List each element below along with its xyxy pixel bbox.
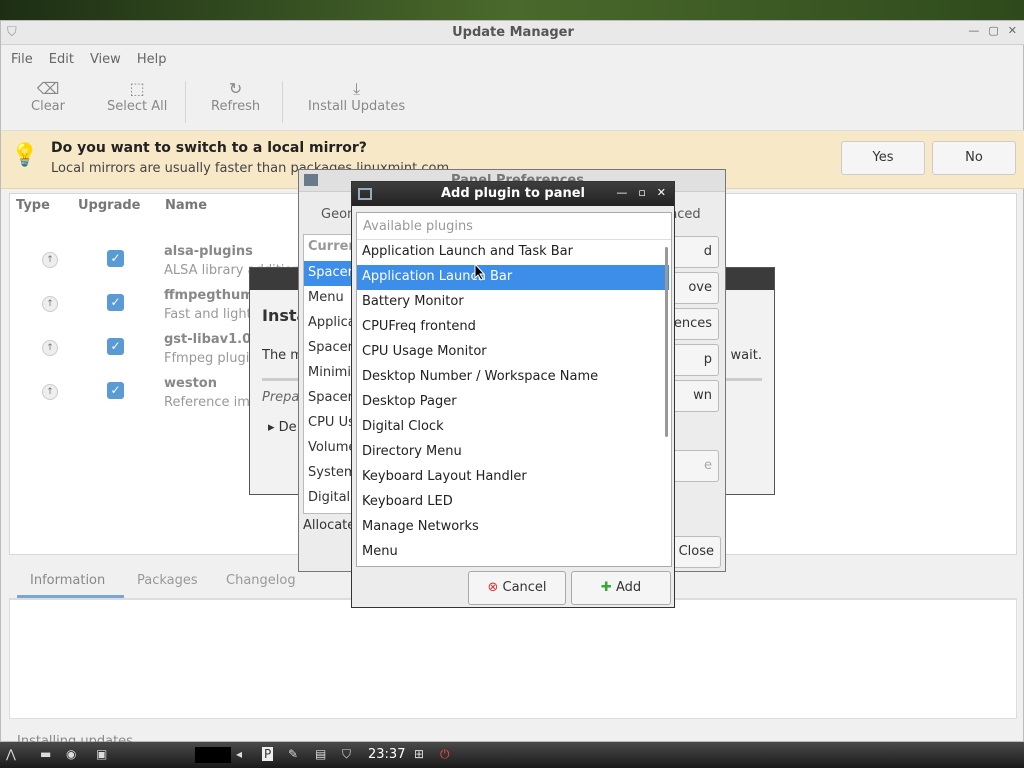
list-item[interactable]: Application Launch and Task Bar xyxy=(357,240,669,265)
close-button[interactable]: ✕ xyxy=(657,186,666,199)
toolbar-separator xyxy=(282,81,283,123)
list-item[interactable]: Manage Networks xyxy=(357,515,669,540)
mouse-cursor-icon xyxy=(474,263,486,281)
refresh-button[interactable]: ↻ Refresh xyxy=(211,79,260,114)
upgrade-type-icon: ↑ xyxy=(42,252,58,268)
list-item[interactable]: Menu xyxy=(357,540,669,565)
scrollbar[interactable] xyxy=(665,247,668,437)
column-type[interactable]: Type xyxy=(16,198,50,213)
yes-button[interactable]: Yes xyxy=(841,141,925,175)
toolbar-separator xyxy=(185,81,186,123)
taskbar: ⋀ ▬ ◉ ▣ ◂ P ✎ ▤ ⛉ 23:37 ⊞ ⏻ xyxy=(0,742,1024,768)
column-name[interactable]: Name xyxy=(165,198,207,213)
list-item[interactable]: Applicat xyxy=(304,311,356,336)
list-header: Available plugins xyxy=(357,213,671,240)
current-plugins-list: Curren Spacer Menu Applicat Spacer Minim… xyxy=(303,234,356,514)
list-item[interactable]: Desktop Number / Workspace Name xyxy=(357,365,669,390)
list-item[interactable]: Spacer xyxy=(304,336,356,361)
preparing-text: Prepa xyxy=(262,390,300,405)
list-item[interactable]: Application Launch Bar xyxy=(357,265,669,290)
no-button[interactable]: No xyxy=(932,141,1016,175)
list-item[interactable]: Directory Menu xyxy=(357,440,669,465)
tab-changelog[interactable]: Changelog xyxy=(226,573,296,588)
information-panel xyxy=(9,599,1017,719)
list-header: Curren xyxy=(308,239,356,254)
list-item[interactable]: Desktop Pager xyxy=(357,390,669,415)
browser-icon[interactable]: ◉ xyxy=(66,747,76,761)
clipboard-icon[interactable]: ▤ xyxy=(315,747,326,761)
menu-file[interactable]: File xyxy=(11,47,43,71)
list-item[interactable]: Spacer xyxy=(304,261,356,286)
column-upgrade[interactable]: Upgrade xyxy=(78,198,140,213)
active-tab-indicator xyxy=(17,595,124,598)
title-bar: ⛉ Update Manager — ▢ ✕ xyxy=(1,21,1024,45)
list-item[interactable]: Keyboard Layout Handler xyxy=(357,465,669,490)
upgrade-checkbox[interactable]: ✓ xyxy=(107,294,124,311)
desktop-background xyxy=(0,0,1024,22)
upgrade-type-icon: ↑ xyxy=(42,296,58,312)
list-item[interactable]: System xyxy=(304,461,356,486)
details-expander[interactable]: ▸ De xyxy=(268,420,297,435)
tab-information[interactable]: Information xyxy=(30,573,105,588)
toolbar: ⌫ Clear ⬚ Select All ↻ Refresh ⤓ Install… xyxy=(1,73,1024,131)
menu-view[interactable]: View xyxy=(90,47,131,71)
file-manager-icon[interactable]: ▬ xyxy=(40,747,51,761)
power-icon[interactable]: ⏻ xyxy=(440,747,450,762)
cpu-monitor-icon xyxy=(195,747,231,763)
maximize-button[interactable]: ▫ xyxy=(638,186,645,199)
monitor-icon xyxy=(304,174,318,186)
menu-bar: File Edit View Help xyxy=(1,47,1024,71)
list-item[interactable]: CPUFreq frontend xyxy=(357,315,669,340)
refresh-icon: ↻ xyxy=(228,79,243,98)
clock[interactable]: 23:37 xyxy=(368,747,405,762)
menu-edit[interactable]: Edit xyxy=(49,47,84,71)
upgrade-checkbox[interactable]: ✓ xyxy=(107,250,124,267)
select-all-button[interactable]: ⬚ Select All xyxy=(107,79,167,114)
list-item[interactable]: Digital Clock xyxy=(357,415,669,440)
upgrade-checkbox[interactable]: ✓ xyxy=(107,338,124,355)
list-item[interactable]: Battery Monitor xyxy=(357,290,669,315)
select-all-icon: ⬚ xyxy=(129,79,145,98)
list-item[interactable]: Spacer xyxy=(304,386,356,411)
plus-icon: ✚ xyxy=(600,580,612,595)
cancel-icon: ⊗ xyxy=(487,580,499,595)
shield-icon[interactable]: ⛉ xyxy=(342,747,351,762)
available-plugins-list: Available plugins Application Launch and… xyxy=(356,212,672,567)
close-button[interactable]: ✕ xyxy=(1008,24,1017,37)
cancel-button[interactable]: ⊗ Cancel xyxy=(468,571,566,605)
list-item[interactable]: Volume xyxy=(304,436,356,461)
menu-help[interactable]: Help xyxy=(137,47,177,71)
upgrade-checkbox[interactable]: ✓ xyxy=(107,382,124,399)
show-desktop-icon[interactable]: ▣ xyxy=(96,747,107,761)
list-item[interactable]: Digital C xyxy=(304,486,356,511)
install-updates-button[interactable]: ⤓ Install Updates xyxy=(308,79,405,114)
add-button[interactable]: ✚ Add xyxy=(571,571,671,605)
allocate-label: Allocate xyxy=(303,518,356,533)
tab-packages[interactable]: Packages xyxy=(137,573,198,588)
maximize-button[interactable]: ▢ xyxy=(988,24,998,37)
minimize-button[interactable]: — xyxy=(616,186,627,199)
minimize-button[interactable]: — xyxy=(968,24,979,37)
list-item[interactable]: CPU Us xyxy=(304,411,356,436)
infobar-question: Do you want to switch to a local mirror? xyxy=(51,140,367,156)
volume-icon[interactable]: ◂ xyxy=(236,747,242,761)
lightbulb-icon: 💡 xyxy=(11,143,39,168)
window-title: Update Manager xyxy=(452,25,574,40)
add-plugin-dialog: Add plugin to panel — ▫ ✕ Available plug… xyxy=(351,181,675,608)
start-menu-icon[interactable]: ⋀ xyxy=(6,747,16,761)
list-item[interactable]: Menu xyxy=(304,286,356,311)
upgrade-type-icon: ↑ xyxy=(42,384,58,400)
usb-icon[interactable]: ✎ xyxy=(288,747,298,761)
app-icon[interactable]: P xyxy=(262,747,274,761)
upgrade-type-icon: ↑ xyxy=(42,340,58,356)
list-item[interactable]: Keyboard LED xyxy=(357,490,669,515)
download-icon: ⤓ xyxy=(353,79,361,98)
list-item[interactable]: Minimiz xyxy=(304,361,356,386)
network-icon[interactable]: ⊞ xyxy=(414,747,424,761)
clear-button[interactable]: ⌫ Clear xyxy=(31,79,65,114)
list-item[interactable]: CPU Usage Monitor xyxy=(357,340,669,365)
add-plugin-titlebar: Add plugin to panel — ▫ ✕ xyxy=(352,182,674,206)
installing-message: The m xyxy=(262,348,303,363)
backspace-icon: ⌫ xyxy=(36,79,60,98)
